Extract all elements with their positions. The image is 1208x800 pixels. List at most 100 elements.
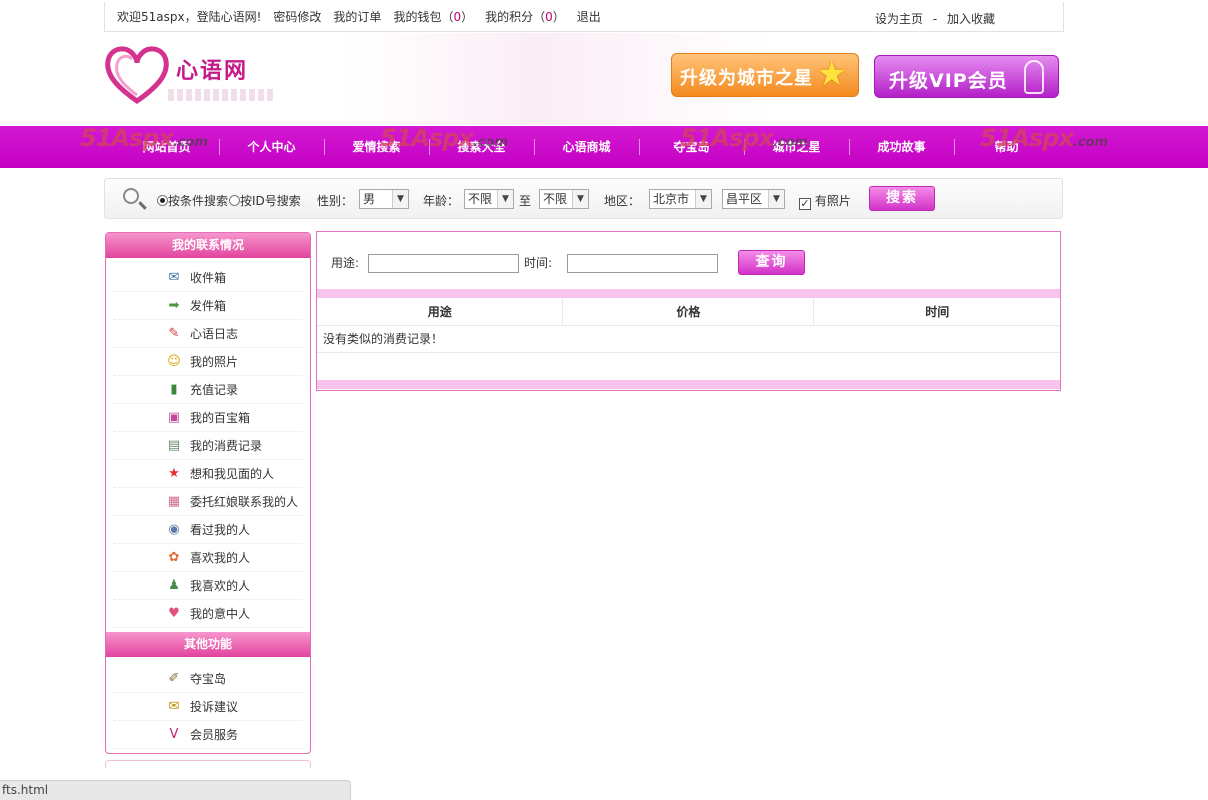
search-bar: 按条件搜索 按ID号搜索 性别： 男 ▼ 年龄： 不限 ▼ 至 不限 ▼ 地区： 北京… (104, 178, 1063, 219)
purpose-label: 用途: (331, 256, 360, 270)
upgrade-vip-button[interactable]: 升级VIP会员 (874, 55, 1059, 98)
contact-list: ✉ 收件箱 ➡ 发件箱 ✎ 心语日志 ☺ 我的照片 ▮ 充值记录 ▣ 我的百宝箱 ▤ 我的消费记录 ★ 想和我… (106, 258, 310, 632)
heart-logo-icon (105, 46, 169, 105)
pencil-icon: ✎ (168, 326, 180, 341)
nav-item[interactable]: 帮助 (954, 126, 1059, 168)
sidebar-item[interactable]: ☺ 我的照片 (114, 348, 302, 376)
sidebar-item[interactable]: ♟ 我喜欢的人 (114, 572, 302, 600)
tv-icon: ▣ (167, 410, 181, 425)
my-points-label: 我的积分（ (485, 10, 546, 24)
header: 心语网 升级为城市之星 ★ 升级VIP会员 (104, 33, 1064, 125)
search-mode-condition[interactable]: 按条件搜索 (157, 192, 228, 209)
query-form: 用途: 时间: 查询 (331, 250, 1031, 275)
sidebar-item[interactable]: ✉ 投诉建议 (114, 693, 302, 721)
add-favorite-link[interactable]: 加入收藏 (947, 12, 995, 26)
chevron-down-icon: ▼ (392, 190, 408, 208)
table-footer-bar (317, 380, 1060, 389)
query-button[interactable]: 查询 (738, 250, 805, 275)
logo-decoration (168, 89, 276, 101)
empty-message: 没有类似的消费记录！ (317, 325, 1060, 353)
has-photo-option[interactable]: ✓ 有照片 (799, 192, 851, 210)
other-panel-title: 其他功能 (106, 632, 310, 657)
receipt-icon: ▤ (167, 438, 181, 453)
gender-select[interactable]: 男 ▼ (359, 189, 409, 209)
sidebar-item-label: 想和我见面的人 (190, 467, 275, 481)
main-nav: 网站首页 个人中心 爱情搜索 搜索大全 心语商城 夺宝岛 城市之星 成功故事 帮助 (0, 126, 1208, 168)
nav-item[interactable]: 个人中心 (219, 126, 324, 168)
my-wallet-link[interactable]: 我的钱包（0） (393, 8, 473, 25)
age-from-value: 不限 (468, 192, 493, 206)
contact-panel: 我的联系情况 ✉ 收件箱 ➡ 发件箱 ✎ 心语日志 ☺ 我的照片 ▮ 充值记录 ▣ 我的百宝箱 ▤ 我的消… (105, 232, 311, 754)
wallet-count: 0 (453, 10, 462, 24)
search-mode-id[interactable]: 按ID号搜索 (229, 192, 301, 209)
sidebar-item[interactable]: ▣ 我的百宝箱 (114, 404, 302, 432)
browser-status-bar: fts.html (0, 780, 351, 800)
logo-text[interactable]: 心语网 (176, 53, 248, 85)
chevron-down-icon: ▼ (695, 190, 711, 208)
microphone-icon (1024, 60, 1044, 94)
welcome-text: 欢迎51aspx，登陆心语网! (117, 10, 262, 24)
note-icon: ✐ (168, 671, 180, 686)
sidebar-item[interactable]: V 会员服务 (114, 721, 302, 749)
sidebar-item[interactable]: ▤ 我的消费记录 (114, 432, 302, 460)
purpose-input[interactable] (368, 254, 519, 273)
has-photo-checkbox[interactable]: ✓ (799, 198, 811, 210)
eye-icon: ◉ (168, 522, 180, 537)
nav-item[interactable]: 夺宝岛 (639, 126, 744, 168)
speech-bubble-icon: ✉ (168, 699, 180, 714)
star-icon: ★ (816, 54, 848, 94)
sidebar-item[interactable]: ➡ 发件箱 (114, 292, 302, 320)
nav-item[interactable]: 网站首页 (114, 126, 219, 168)
consumption-records-panel: 用途: 时间: 查询 用途 价格 时间 没有类似的消费记录！ (316, 231, 1061, 391)
set-home-link[interactable]: 设为主页 (875, 12, 923, 26)
column-header: 时间 (813, 298, 1060, 326)
nav-item[interactable]: 爱情搜索 (324, 126, 429, 168)
heart-icon: ♥ (168, 606, 180, 621)
my-orders-link[interactable]: 我的订单 (333, 8, 381, 25)
change-password-link[interactable]: 密码修改 (273, 8, 321, 25)
upgrade-city-star-button[interactable]: 升级为城市之星 ★ (671, 53, 859, 97)
chevron-down-icon: ▼ (768, 190, 784, 208)
card-icon: ▦ (167, 494, 181, 509)
has-photo-label: 有照片 (814, 194, 851, 208)
nav-item[interactable]: 成功故事 (849, 126, 954, 168)
region-city-select[interactable]: 北京市 ▼ (649, 189, 712, 209)
vip-icon: V (169, 727, 179, 742)
chevron-down-icon: ▼ (572, 190, 588, 208)
nav-item[interactable]: 心语商城 (534, 126, 639, 168)
nav-item[interactable]: 城市之星 (744, 126, 849, 168)
sidebar-item[interactable]: ✿ 喜欢我的人 (114, 544, 302, 572)
sidebar-item[interactable]: ✉ 收件箱 (114, 264, 302, 292)
sidebar-item-label: 委托红娘联系我的人 (190, 495, 299, 509)
records-table: 用途 价格 时间 没有类似的消费记录！ (317, 298, 1060, 353)
age-to-select[interactable]: 不限 ▼ (539, 189, 589, 209)
nav-item[interactable]: 搜索大全 (429, 126, 534, 168)
radio-id[interactable] (229, 195, 240, 206)
sidebar-item[interactable]: ♥ 我的意中人 (114, 600, 302, 628)
sidebar-item[interactable]: ✎ 心语日志 (114, 320, 302, 348)
age-to-value: 不限 (543, 192, 568, 206)
radio-condition[interactable] (157, 195, 168, 206)
sidebar-item[interactable]: ▦ 委托红娘联系我的人 (114, 488, 302, 516)
sidebar-footer-decoration (105, 760, 311, 768)
table-header-row: 用途 价格 时间 (317, 298, 1060, 326)
search-mode-id-label: 按ID号搜索 (240, 194, 301, 208)
nav-list: 网站首页 个人中心 爱情搜索 搜索大全 心语商城 夺宝岛 城市之星 成功故事 帮助 (114, 126, 1059, 168)
time-input[interactable] (567, 254, 718, 273)
logout-link[interactable]: 退出 (577, 8, 601, 25)
table-row: 没有类似的消费记录！ (317, 325, 1060, 353)
sidebar-item[interactable]: ▮ 充值记录 (114, 376, 302, 404)
my-wallet-label: 我的钱包（ (393, 10, 454, 24)
sidebar-item[interactable]: ◉ 看过我的人 (114, 516, 302, 544)
search-button[interactable]: 搜索 (869, 186, 935, 211)
time-label: 时间: (524, 256, 553, 270)
points-count: 0 (545, 10, 553, 24)
top-right-links: 设为主页 - 加入收藏 (875, 10, 1001, 27)
my-points-link[interactable]: 我的积分（0） (485, 8, 565, 25)
sidebar-item[interactable]: ★ 想和我见面的人 (114, 460, 302, 488)
other-list: ✐ 夺宝岛 ✉ 投诉建议 V 会员服务 (106, 657, 310, 753)
region-district-select[interactable]: 昌平区 ▼ (722, 189, 785, 209)
age-from-select[interactable]: 不限 ▼ (464, 189, 514, 209)
sidebar-item[interactable]: ✐ 夺宝岛 (114, 665, 302, 693)
column-header: 用途 (317, 298, 564, 326)
